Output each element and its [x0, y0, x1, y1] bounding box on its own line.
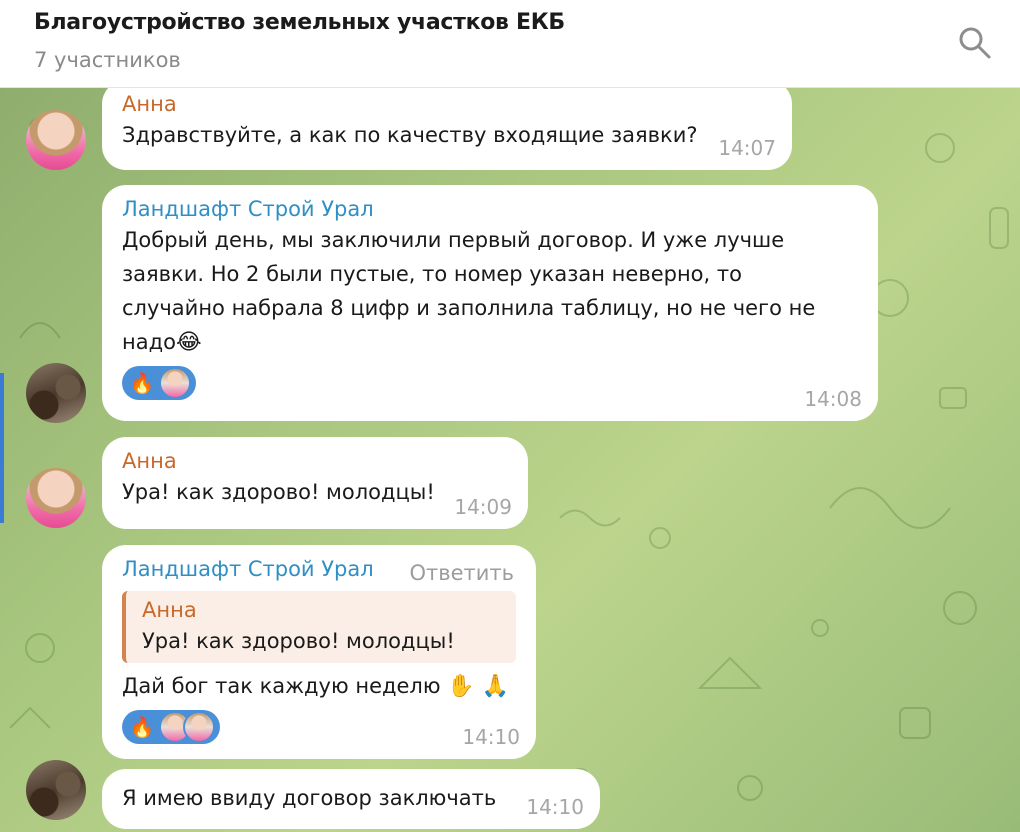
message-text-line: надо😂 — [122, 325, 858, 360]
sender-name[interactable]: Анна — [122, 447, 508, 475]
avatar[interactable] — [26, 760, 86, 820]
quoted-message[interactable]: Анна Ура! как здорово! молодцы! — [122, 591, 516, 663]
scroll-indicator — [0, 373, 4, 523]
sender-name[interactable]: Анна — [122, 90, 772, 118]
message-text-fragment: надо — [122, 330, 176, 354]
reactor-avatar — [159, 367, 191, 399]
chat-header[interactable]: Благоустройство земельных участков ЕКБ 7… — [0, 0, 1020, 88]
avatar[interactable] — [26, 363, 86, 423]
message-text-line: Добрый день, мы заключили первый договор… — [122, 228, 785, 252]
message-time: 14:09 — [454, 495, 512, 519]
message-bubble[interactable]: Я имею ввиду договор заключать 14:10 — [102, 769, 600, 829]
message-text-line: Дай бог так каждую неделю ✋ 🙏 — [122, 669, 516, 704]
message-time: 14:10 — [526, 795, 584, 819]
avatar[interactable] — [26, 110, 86, 170]
fire-reaction-icon: 🔥 — [129, 371, 155, 395]
hand-pray-emoji-icon: ✋ 🙏 — [447, 674, 509, 699]
message-bubble[interactable]: Ландшафт Строй Урал Ответить Анна Ура! к… — [102, 545, 536, 759]
reaction-chip[interactable]: 🔥 — [122, 366, 196, 400]
quoted-text: Ура! как здорово! молодцы! — [142, 629, 455, 653]
message-text-line: случайно набрала 8 цифр и заполнила табл… — [122, 296, 816, 320]
chat-title: Благоустройство земельных участков ЕКБ — [34, 10, 565, 35]
reactor-avatar — [183, 711, 215, 743]
member-count: 7 участников — [34, 48, 181, 72]
fire-reaction-icon: 🔥 — [129, 715, 155, 739]
message-bubble[interactable]: Ландшафт Строй Урал Добрый день, мы закл… — [102, 185, 878, 421]
message-text: Дай бог так каждую неделю — [122, 674, 441, 698]
message-time: 14:10 — [462, 725, 520, 749]
laughing-emoji-icon: 😂 — [175, 330, 202, 355]
search-icon[interactable] — [956, 24, 994, 62]
message-text-line: заявки. Но 2 были пустые, то номер указа… — [122, 262, 742, 286]
avatar[interactable] — [26, 468, 86, 528]
message-time: 14:07 — [718, 136, 776, 160]
chat-area[interactable]: Анна Здравствуйте, а как по качеству вхо… — [0, 88, 1020, 832]
message-text: Ура! как здорово! молодцы! — [122, 480, 435, 504]
reply-button[interactable]: Ответить — [409, 561, 514, 585]
message-text: Здравствуйте, а как по качеству входящие… — [122, 123, 698, 147]
reaction-chip[interactable]: 🔥 — [122, 710, 220, 744]
sender-name[interactable]: Ландшафт Строй Урал — [122, 195, 858, 223]
quoted-sender: Анна — [142, 598, 197, 622]
message-text: Я имею ввиду договор заключать — [122, 786, 497, 810]
message-bubble[interactable]: Анна Здравствуйте, а как по качеству вхо… — [102, 88, 792, 170]
message-bubble[interactable]: Анна Ура! как здорово! молодцы! 14:09 — [102, 437, 528, 529]
message-time: 14:08 — [804, 387, 862, 411]
